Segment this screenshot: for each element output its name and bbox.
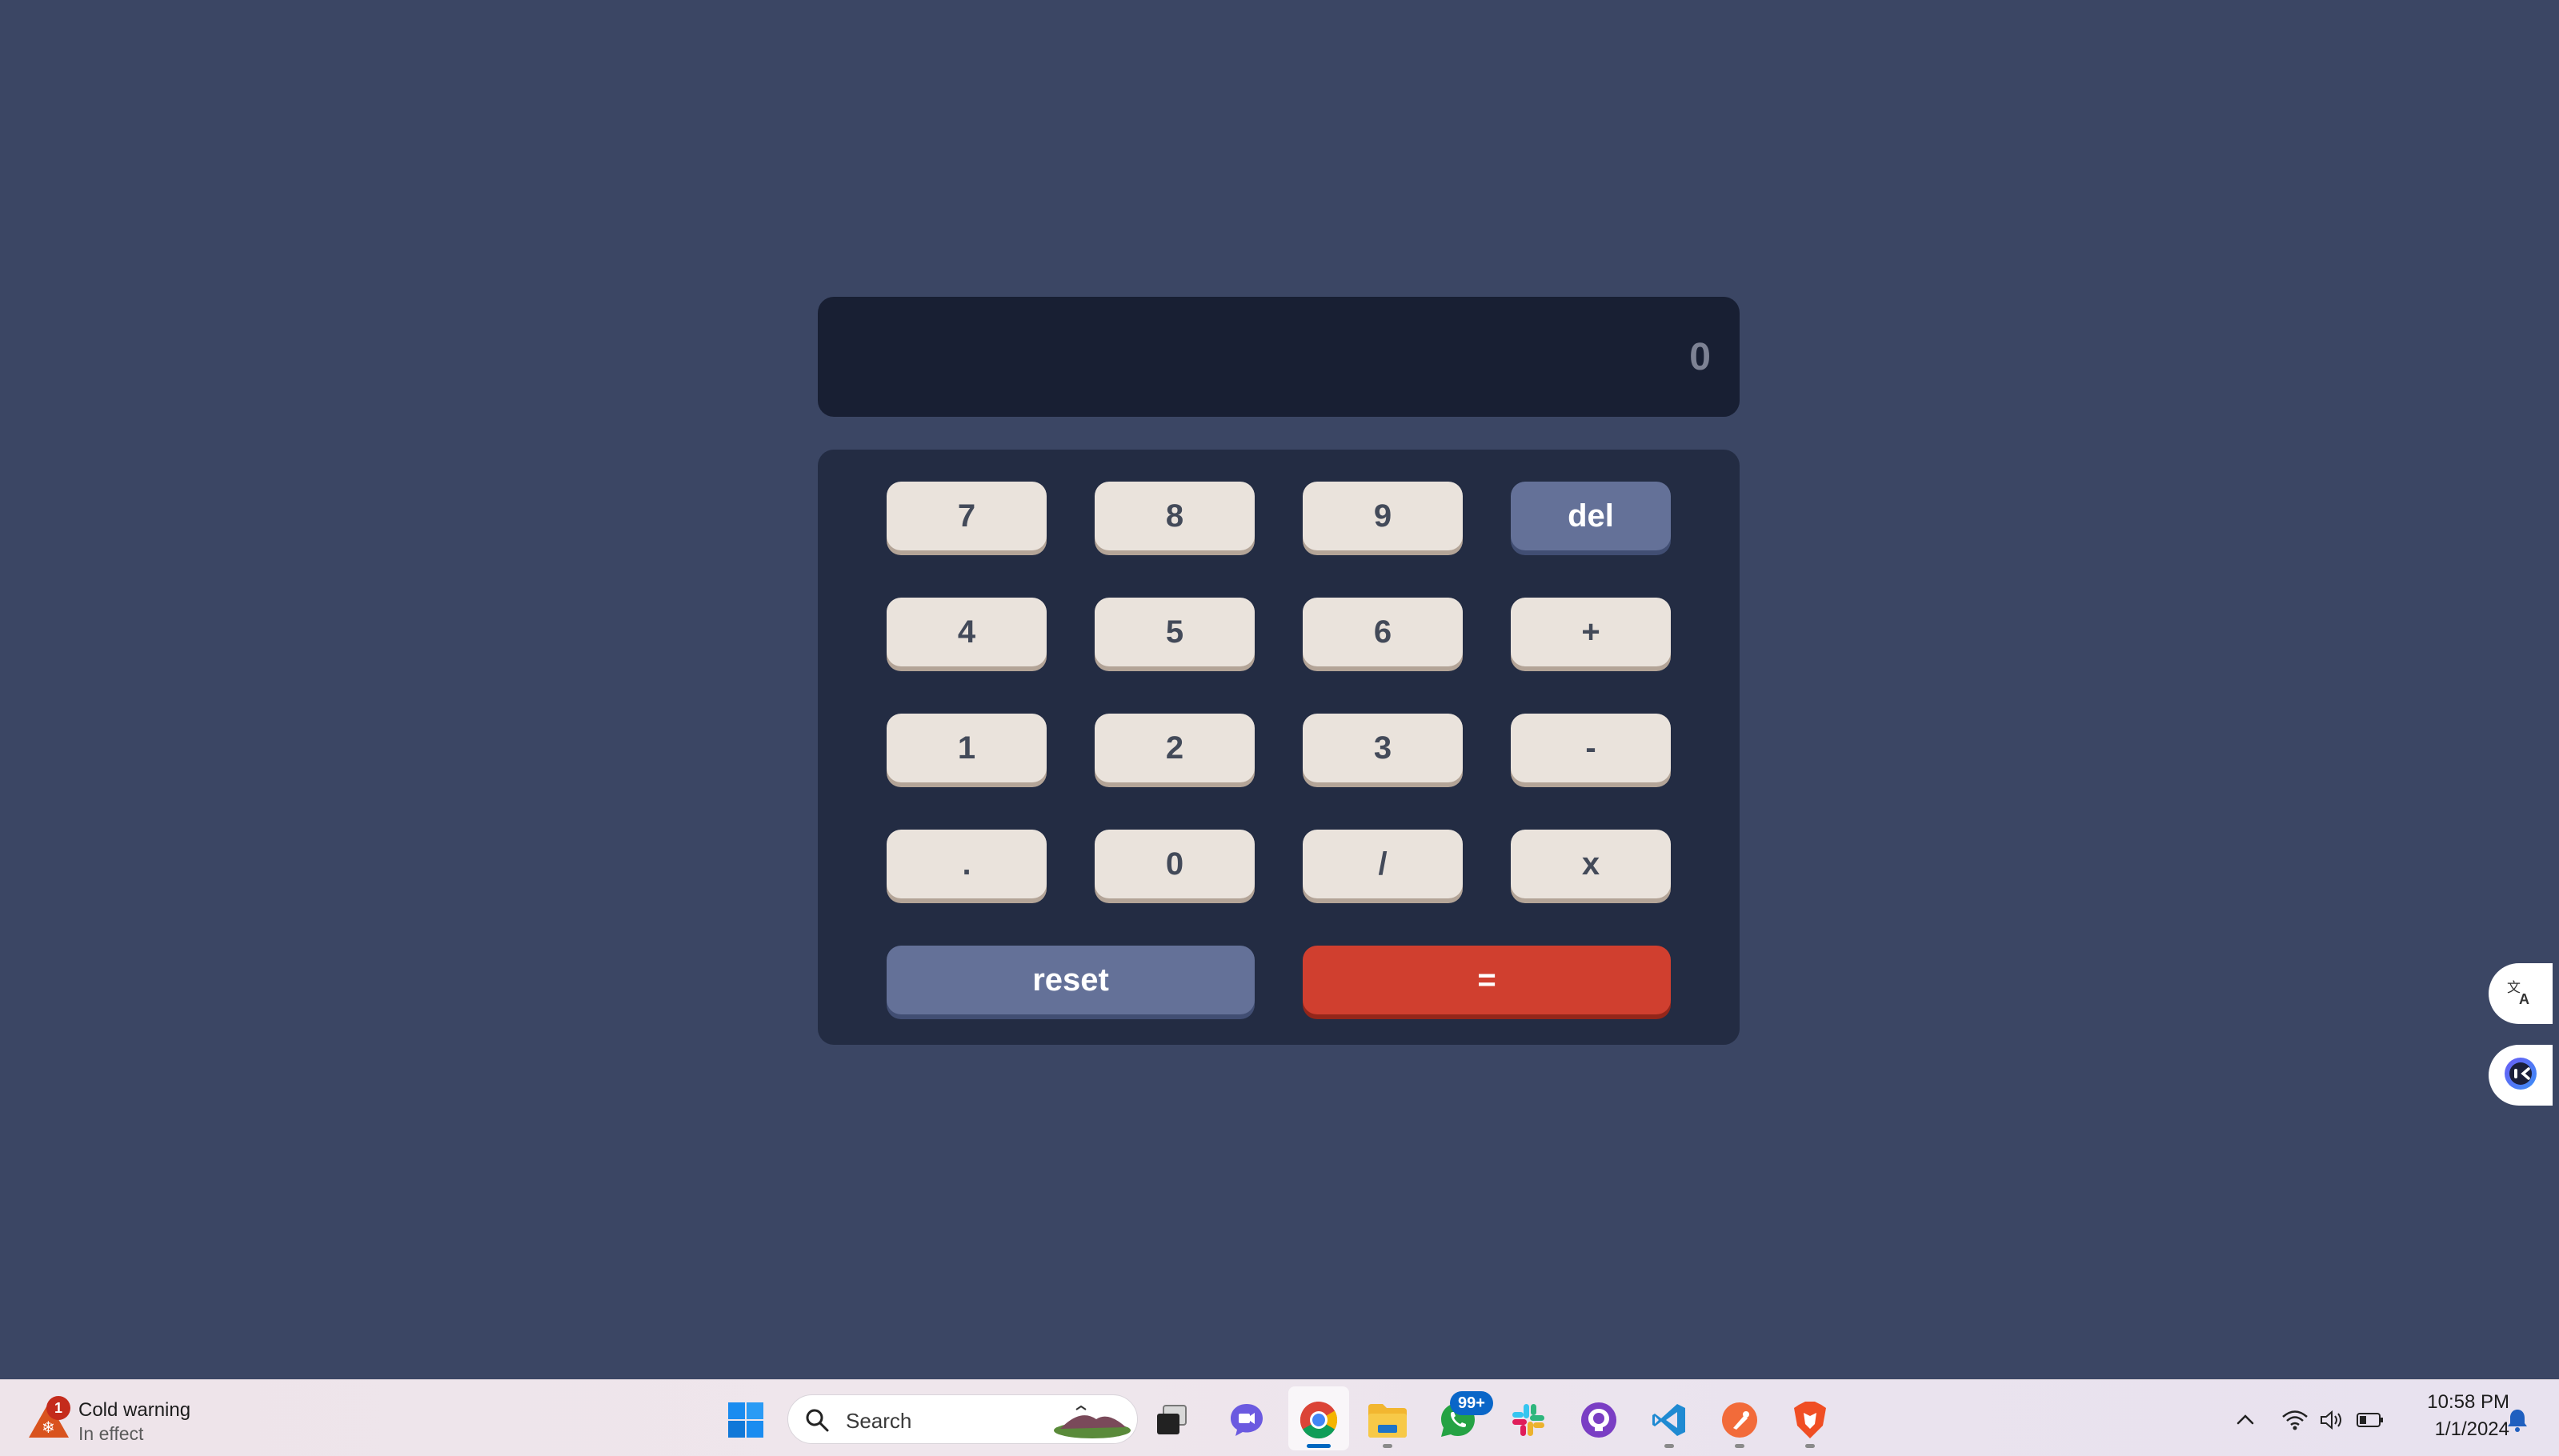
key-3[interactable]: 3 [1303, 714, 1463, 782]
brave-icon [1794, 1402, 1826, 1438]
weather-title: Cold warning [78, 1399, 191, 1421]
key-2[interactable]: 2 [1095, 714, 1255, 782]
key-7[interactable]: 7 [887, 482, 1047, 550]
clock-date: 1/1/2024 [2434, 1418, 2509, 1440]
assistant-button[interactable] [2489, 1045, 2553, 1106]
key-divide[interactable]: / [1303, 830, 1463, 898]
slack-icon [1512, 1404, 1544, 1436]
key-9[interactable]: 9 [1303, 482, 1463, 550]
translate-button[interactable]: 文 A [2489, 963, 2553, 1024]
task-view-button[interactable] [1149, 1398, 1194, 1442]
brave-running-indicator [1805, 1444, 1815, 1448]
task-view-icon [1157, 1405, 1187, 1434]
wifi-icon [2282, 1410, 2308, 1430]
weather-subtitle: In effect [78, 1423, 144, 1444]
chevron-up-icon [2237, 1414, 2254, 1425]
delete-button[interactable]: del [1511, 482, 1671, 550]
postman-running-indicator [1735, 1444, 1744, 1448]
battery-button[interactable] [2348, 1398, 2393, 1442]
whatsapp-unread-badge: 99+ [1450, 1391, 1493, 1415]
chrome-icon [1300, 1401, 1338, 1439]
calculator-keypad: 7 8 9 del 4 5 6 + 1 2 3 - . 0 / x reset … [818, 450, 1740, 1045]
windows-icon [728, 1402, 763, 1438]
clock[interactable]: 10:58 PM 1/1/2024 [2401, 1391, 2509, 1441]
landscape-icon [1054, 1405, 1131, 1438]
key-minus[interactable]: - [1511, 714, 1671, 782]
start-button[interactable] [723, 1398, 768, 1442]
vscode-icon [1652, 1404, 1685, 1436]
equals-button[interactable]: = [1303, 946, 1671, 1014]
svg-text:❄: ❄ [42, 1418, 55, 1437]
key-4[interactable]: 4 [887, 598, 1047, 666]
vscode-button[interactable] [1647, 1398, 1692, 1442]
postman-button[interactable] [1717, 1398, 1762, 1442]
taskbar-search[interactable]: Search [787, 1394, 1138, 1444]
svg-text:A: A [2519, 991, 2529, 1007]
slack-button[interactable] [1506, 1398, 1551, 1442]
taskbar: ❄ 1 Cold warning In effect Search 99+ 10… [0, 1379, 2559, 1456]
postman-icon [1722, 1402, 1757, 1438]
tray-overflow-button[interactable] [2223, 1398, 2268, 1442]
key-5[interactable]: 5 [1095, 598, 1255, 666]
key-8[interactable]: 8 [1095, 482, 1255, 550]
chrome-button[interactable] [1296, 1398, 1341, 1442]
assistant-icon [2502, 1055, 2539, 1096]
reset-button[interactable]: reset [887, 946, 1255, 1014]
file-explorer-button[interactable] [1365, 1398, 1410, 1442]
notifications-button[interactable] [2495, 1398, 2540, 1442]
bell-icon [2508, 1410, 2527, 1432]
search-placeholder: Search [846, 1409, 912, 1433]
translate-icon: 文 A [2505, 976, 2537, 1012]
search-icon [806, 1409, 829, 1432]
explorer-running-indicator [1383, 1444, 1392, 1448]
clock-time: 10:58 PM [2427, 1391, 2509, 1413]
volume-icon [2321, 1410, 2341, 1430]
chrome-active-indicator [1307, 1444, 1331, 1448]
chat-icon [1231, 1404, 1263, 1436]
vscode-running-indicator [1664, 1444, 1674, 1448]
github-button[interactable] [1576, 1398, 1621, 1442]
key-decimal[interactable]: . [887, 830, 1047, 898]
key-6[interactable]: 6 [1303, 598, 1463, 666]
display-value: 0 [1689, 335, 1711, 378]
folder-icon [1368, 1404, 1407, 1438]
calculator-display: 0 [818, 297, 1740, 417]
key-1[interactable]: 1 [887, 714, 1047, 782]
weather-widget[interactable]: ❄ 1 Cold warning In effect [24, 1390, 232, 1446]
brave-button[interactable] [1788, 1398, 1832, 1442]
battery-icon [2357, 1413, 2383, 1427]
key-0[interactable]: 0 [1095, 830, 1255, 898]
warning-badge: 1 [46, 1396, 70, 1420]
github-icon [1581, 1402, 1616, 1438]
desktop: 0 7 8 9 del 4 5 6 + 1 2 3 - . 0 / x rese… [0, 0, 2559, 1456]
key-multiply[interactable]: x [1511, 830, 1671, 898]
teams-chat-button[interactable] [1224, 1398, 1269, 1442]
key-plus[interactable]: + [1511, 598, 1671, 666]
